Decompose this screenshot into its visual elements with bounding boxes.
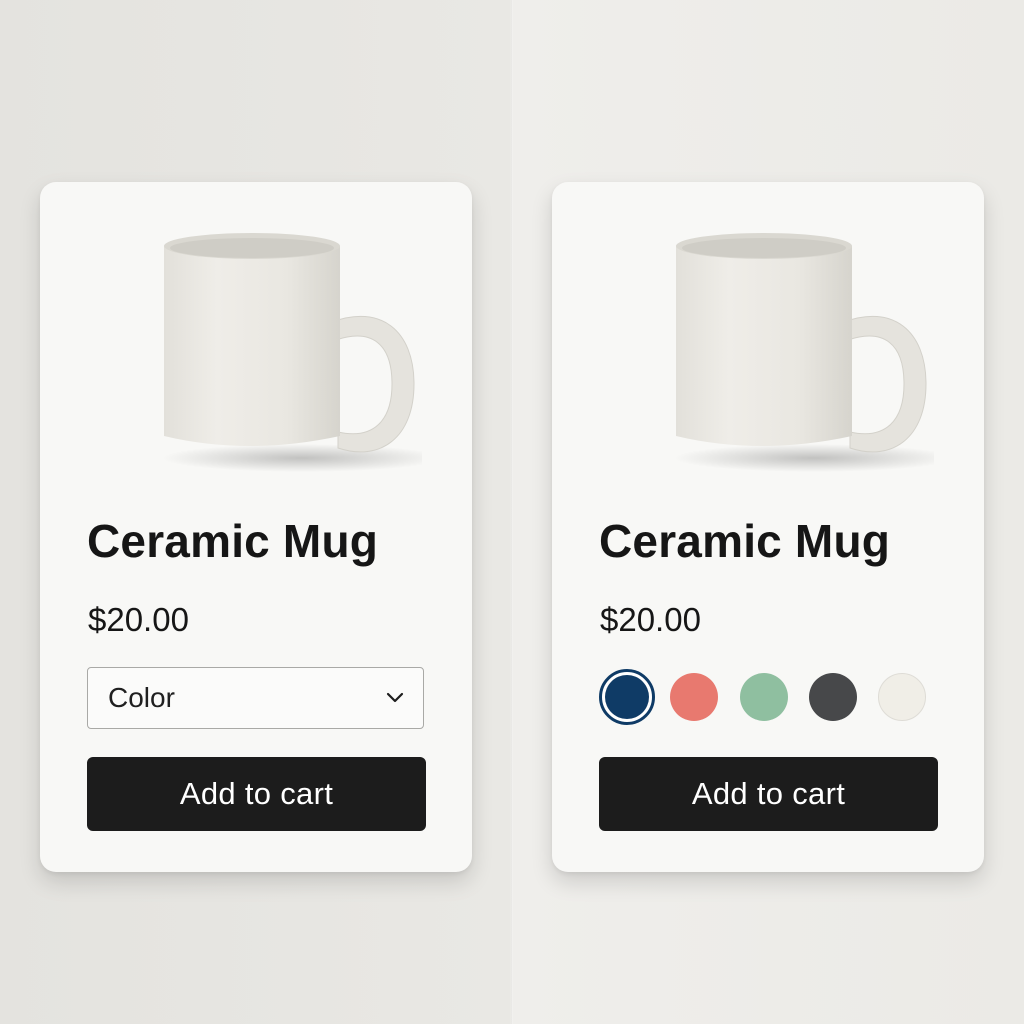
add-to-cart-button[interactable]: Add to cart [87,757,426,831]
mug-image [674,233,934,472]
color-select-value: Color [108,682,175,713]
mug-image [162,233,422,472]
swatch-sage[interactable] [740,673,788,721]
product-title: Ceramic Mug [599,515,891,567]
color-select[interactable]: Color [87,667,424,729]
panel-divider [511,0,513,1024]
product-title: Ceramic Mug [87,515,379,567]
product-price: $20.00 [88,601,189,638]
swatch-cream[interactable] [878,673,926,721]
product-card-swatches: Ceramic Mug $20.00 Add to cart [552,182,984,872]
product-price: $20.00 [600,601,701,638]
add-to-cart-button[interactable]: Add to cart [599,757,938,831]
color-swatches [599,669,939,725]
product-card-dropdown: Ceramic Mug $20.00 Color Add to cart [40,182,472,872]
chevron-down-icon [386,692,404,703]
swatch-coral[interactable] [670,673,718,721]
swatch-charcoal[interactable] [809,673,857,721]
swatch-navy[interactable] [599,669,655,725]
